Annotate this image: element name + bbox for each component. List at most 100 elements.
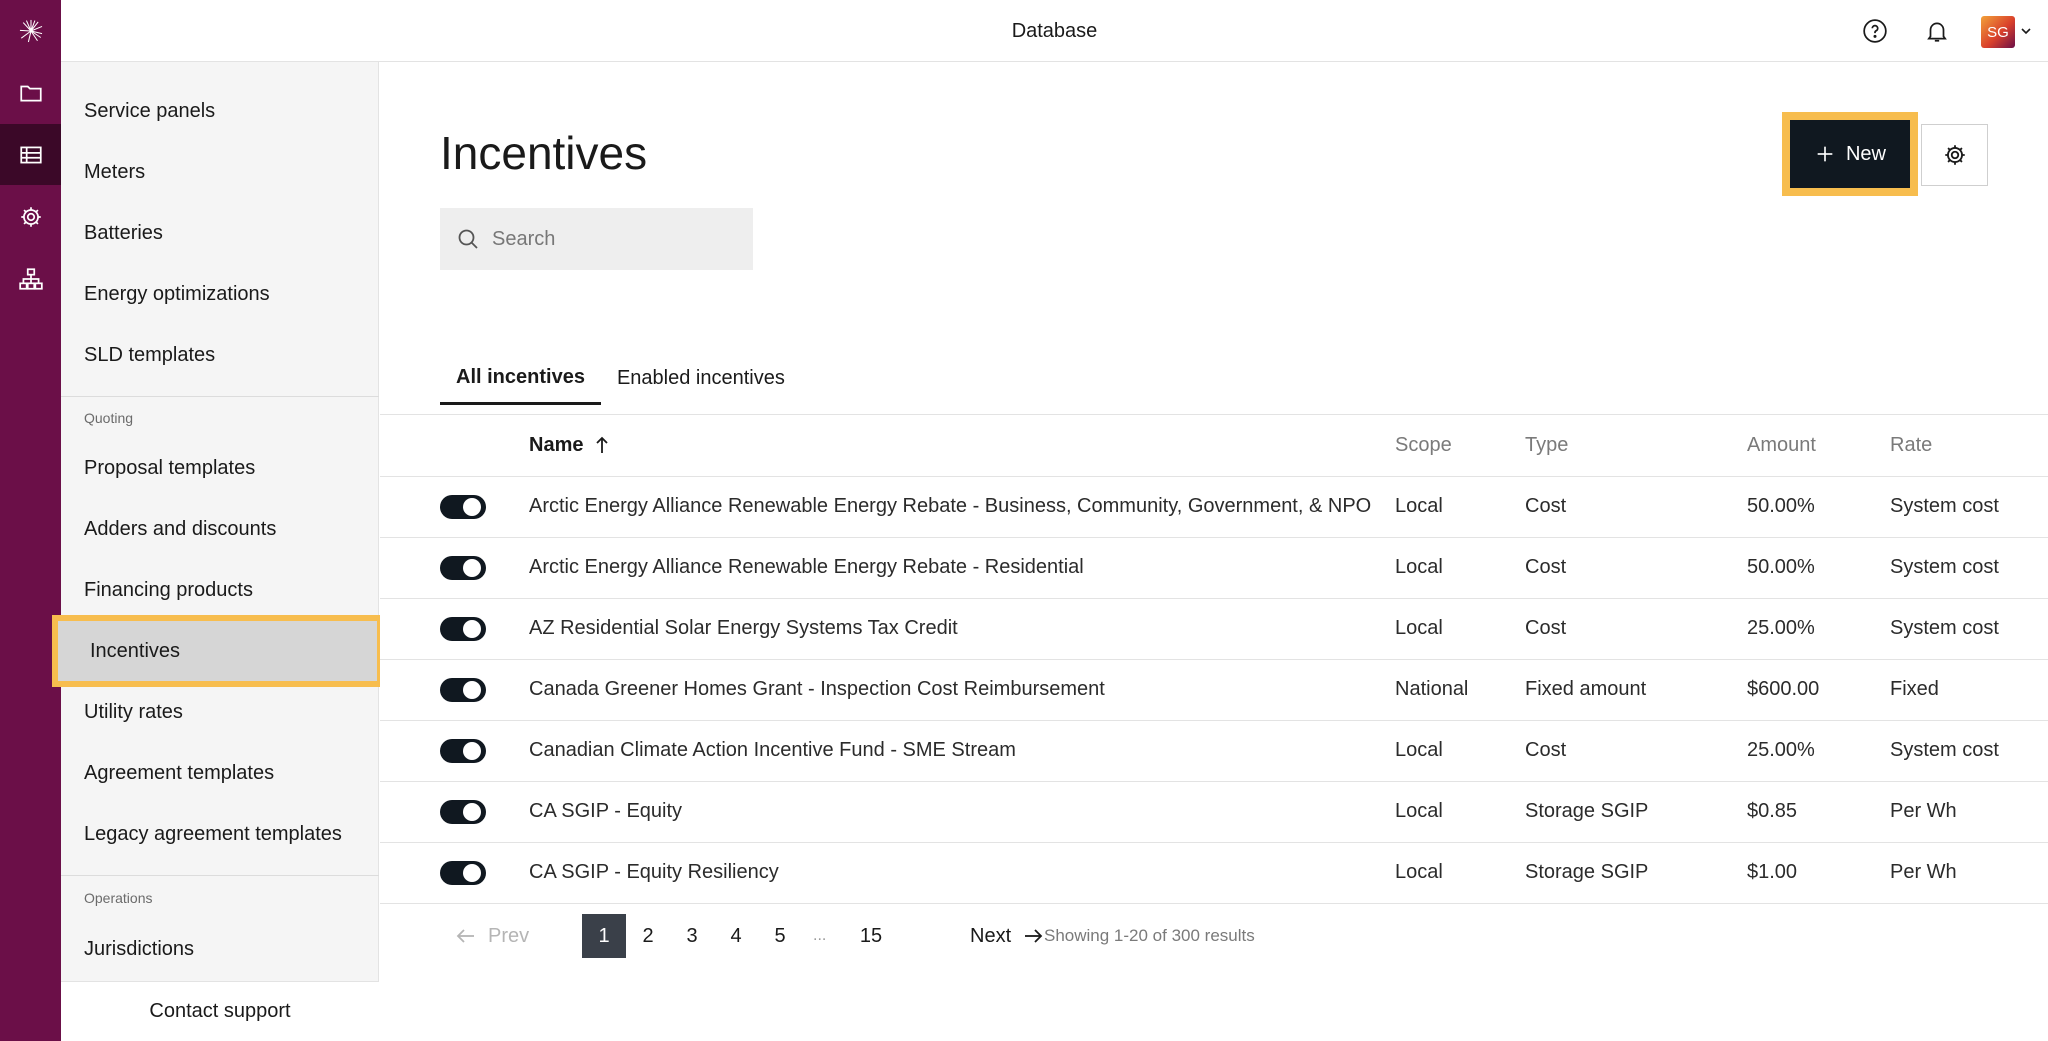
- table-row[interactable]: AZ Residential Solar Energy Systems Tax …: [380, 598, 2048, 660]
- sidebar-item-agreement-templates[interactable]: Agreement templates: [61, 743, 379, 803]
- sidebar-divider: [61, 396, 379, 397]
- table-row[interactable]: CA SGIP - Equity Local Storage SGIP $0.8…: [380, 781, 2048, 843]
- incentive-amount: $0.85: [1747, 781, 1890, 843]
- gear-icon: [1944, 145, 1965, 165]
- incentive-type: Storage SGIP: [1525, 781, 1747, 843]
- incentive-amount: 25.00%: [1747, 720, 1890, 782]
- plus-icon: [1817, 146, 1833, 162]
- incentive-scope: Local: [1395, 476, 1525, 538]
- sidebar: Service panels Meters Batteries Energy o…: [52, 62, 383, 1041]
- incentive-type: Storage SGIP: [1525, 842, 1747, 904]
- sidebar-item-batteries[interactable]: Batteries: [61, 203, 379, 263]
- incentive-amount: 50.00%: [1747, 537, 1890, 599]
- avatar[interactable]: SG: [1981, 16, 2015, 48]
- scope-column-header[interactable]: Scope: [1395, 415, 1525, 477]
- enabled-toggle[interactable]: [440, 860, 486, 885]
- incentive-scope: Local: [1395, 598, 1525, 660]
- incentive-rate: System cost: [1890, 537, 2048, 599]
- sidebar-item-sld-templates[interactable]: SLD templates: [61, 325, 379, 385]
- sidebar-item-meters[interactable]: Meters: [61, 142, 379, 202]
- sidebar-item-utility-rates[interactable]: Utility rates: [61, 682, 379, 742]
- incentive-amount: $1.00: [1747, 842, 1890, 904]
- incentive-rate: System cost: [1890, 598, 2048, 660]
- name-column-header[interactable]: Name: [529, 415, 1395, 477]
- rate-column-header[interactable]: Rate: [1890, 415, 2048, 477]
- sidebar-divider: [61, 875, 379, 876]
- chevron-down-icon[interactable]: [2019, 24, 2033, 38]
- sidebar-item-service-panels[interactable]: Service panels: [61, 81, 379, 141]
- main-content: Incentives New All incentives Enabled in…: [380, 62, 2048, 1041]
- sidebar-item-legacy-agreement-templates[interactable]: Legacy agreement templates: [61, 804, 379, 864]
- page-button-5[interactable]: 5: [758, 914, 802, 958]
- notifications-button[interactable]: [1922, 16, 1952, 46]
- incentive-scope: National: [1395, 659, 1525, 721]
- incentives-table: Name Scope Type Amount Rate Arctic Energ…: [380, 415, 2048, 904]
- logo-icon[interactable]: [0, 0, 61, 61]
- rail-settings-button[interactable]: [0, 186, 61, 247]
- incentive-name[interactable]: Canada Greener Homes Grant - Inspection …: [529, 659, 1395, 721]
- incentive-name[interactable]: CA SGIP - Equity: [529, 781, 1395, 843]
- next-page-button[interactable]: Next: [970, 914, 1045, 958]
- rail-org-button[interactable]: [0, 248, 61, 309]
- new-button-highlight: New: [1782, 112, 1918, 196]
- page-title: Incentives: [440, 127, 648, 179]
- next-label: Next: [970, 924, 1012, 947]
- top-bar: Database SG: [61, 0, 2048, 62]
- enabled-toggle[interactable]: [440, 799, 486, 824]
- incentive-name[interactable]: Arctic Energy Alliance Renewable Energy …: [529, 537, 1395, 599]
- enabled-toggle[interactable]: [440, 494, 486, 519]
- toggle-column-header: [380, 415, 529, 477]
- sidebar-item-adders-and-discounts[interactable]: Adders and discounts: [61, 499, 379, 559]
- incentive-amount: $600.00: [1747, 659, 1890, 721]
- sidebar-item-proposal-templates[interactable]: Proposal templates: [61, 438, 379, 498]
- page-button-3[interactable]: 3: [670, 914, 714, 958]
- incentive-name[interactable]: Arctic Energy Alliance Renewable Energy …: [529, 476, 1395, 538]
- rail-database-button[interactable]: [0, 124, 61, 185]
- incentive-name[interactable]: AZ Residential Solar Energy Systems Tax …: [529, 598, 1395, 660]
- settings-button[interactable]: [1921, 124, 1988, 186]
- sidebar-item-incentives[interactable]: Incentives: [52, 615, 383, 687]
- tab-all-incentives[interactable]: All incentives: [440, 352, 601, 405]
- table-row[interactable]: Canada Greener Homes Grant - Inspection …: [380, 659, 2048, 721]
- incentive-type: Cost: [1525, 537, 1747, 599]
- incentive-scope: Local: [1395, 781, 1525, 843]
- page-button-2[interactable]: 2: [626, 914, 670, 958]
- sidebar-item-energy-optimizations[interactable]: Energy optimizations: [61, 264, 379, 324]
- table-row[interactable]: Arctic Energy Alliance Renewable Energy …: [380, 537, 2048, 599]
- page-button-1[interactable]: 1: [582, 914, 626, 958]
- page-button-15[interactable]: 15: [846, 914, 896, 958]
- search-icon: [458, 229, 478, 249]
- enabled-toggle[interactable]: [440, 677, 486, 702]
- amount-column-header[interactable]: Amount: [1747, 415, 1890, 477]
- contact-support-button[interactable]: Contact support: [61, 981, 379, 1041]
- enabled-toggle[interactable]: [440, 738, 486, 763]
- incentive-name[interactable]: Canadian Climate Action Incentive Fund -…: [529, 720, 1395, 782]
- tab-enabled-incentives[interactable]: Enabled incentives: [601, 352, 801, 405]
- sidebar-section-operations: Operations: [84, 890, 153, 906]
- incentive-rate: Fixed: [1890, 659, 2048, 721]
- table-row[interactable]: Arctic Energy Alliance Renewable Energy …: [380, 476, 2048, 538]
- search-input[interactable]: [492, 227, 732, 251]
- enabled-toggle[interactable]: [440, 616, 486, 641]
- table-row[interactable]: CA SGIP - Equity Resiliency Local Storag…: [380, 842, 2048, 904]
- type-column-header[interactable]: Type: [1525, 415, 1747, 477]
- help-button[interactable]: [1860, 16, 1890, 46]
- sidebar-item-jurisdictions[interactable]: Jurisdictions: [61, 919, 379, 979]
- arrow-left-icon: [456, 929, 474, 943]
- incentive-rate: System cost: [1890, 720, 2048, 782]
- new-button[interactable]: New: [1790, 120, 1910, 188]
- sidebar-item-financing-products[interactable]: Financing products: [61, 560, 379, 620]
- prev-page-button[interactable]: Prev: [454, 914, 529, 958]
- help-icon: [1863, 19, 1887, 43]
- incentive-type: Cost: [1525, 720, 1747, 782]
- rail-projects-button[interactable]: [0, 62, 61, 123]
- sidebar-section-quoting: Quoting: [84, 410, 134, 426]
- new-button-label: New: [1845, 142, 1886, 165]
- page-button-4[interactable]: 4: [714, 914, 758, 958]
- incentive-name[interactable]: CA SGIP - Equity Resiliency: [529, 842, 1395, 904]
- search-box[interactable]: [440, 208, 753, 270]
- table-row[interactable]: Canadian Climate Action Incentive Fund -…: [380, 720, 2048, 782]
- enabled-toggle[interactable]: [440, 555, 486, 580]
- incentive-amount: 25.00%: [1747, 598, 1890, 660]
- incentive-scope: Local: [1395, 537, 1525, 599]
